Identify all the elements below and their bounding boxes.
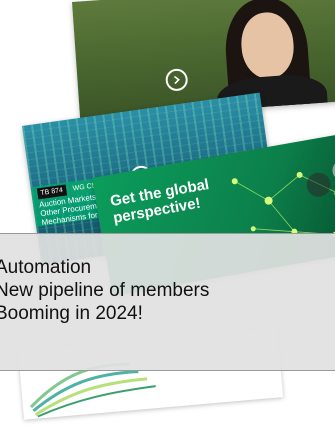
chevron-right-icon <box>173 75 180 85</box>
message-line-booming: Booming in 2024! <box>0 303 143 324</box>
collage-stage: TB 874 WG C5.26 Auction Markets and Othe… <box>0 0 335 426</box>
message-line-automation: Automation <box>0 257 92 278</box>
play-circle-icon[interactable] <box>164 68 189 92</box>
message-line-pipeline: New pipeline of members <box>0 280 210 301</box>
message-tooltip: Automation New pipeline of members Boomi… <box>0 233 335 371</box>
global-headline: Get the global perspective! <box>109 176 213 227</box>
